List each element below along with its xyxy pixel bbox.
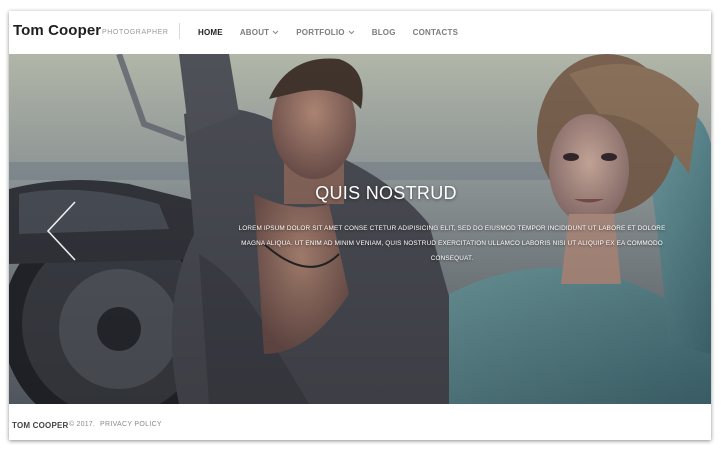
nav-item-label: ABOUT [239, 28, 270, 37]
hero-slider: QUIS NOSTRUD LOREM IPSUM DOLOR SIT AMET … [9, 54, 711, 404]
nav-item-label: BLOG [371, 28, 396, 37]
nav-item-portfolio[interactable]: PORTFOLIO [296, 28, 355, 37]
browser-frame: Tom Cooper PHOTOGRAPHER HOME ABOUT PORTF… [9, 11, 711, 440]
nav-item-label: PORTFOLIO [296, 28, 345, 37]
nav-item-label: HOME [198, 28, 223, 37]
nav-item-contacts[interactable]: CONTACTS [413, 28, 458, 37]
chevron-left-icon[interactable] [45, 200, 79, 262]
site-logo[interactable]: Tom Cooper [13, 22, 101, 39]
chevron-down-icon [272, 30, 279, 35]
nav-item-blog[interactable]: BLOG [372, 28, 396, 37]
footer-copyright: © 2017. [69, 421, 96, 428]
site-footer: TOM COOPER © 2017. PRIVACY POLICY [9, 404, 711, 440]
footer-brand: TOM COOPER [12, 421, 69, 430]
header-divider [179, 23, 180, 39]
main-nav: HOME ABOUT PORTFOLIO BLOG CONTACTS [198, 28, 475, 37]
nav-item-home[interactable]: HOME [198, 28, 223, 37]
site-header: Tom Cooper PHOTOGRAPHER HOME ABOUT PORTF… [9, 11, 711, 54]
nav-item-label: CONTACTS [412, 28, 459, 37]
slide-title: QUIS NOSTRUD [315, 183, 457, 203]
slide-description: LOREM IPSUM DOLOR SIT AMET CONSE CTETUR … [238, 225, 666, 262]
nav-item-about[interactable]: ABOUT [240, 28, 279, 37]
privacy-policy-link[interactable]: PRIVACY POLICY [100, 421, 162, 428]
chevron-down-icon [348, 30, 355, 35]
site-tagline: PHOTOGRAPHER [102, 29, 169, 36]
